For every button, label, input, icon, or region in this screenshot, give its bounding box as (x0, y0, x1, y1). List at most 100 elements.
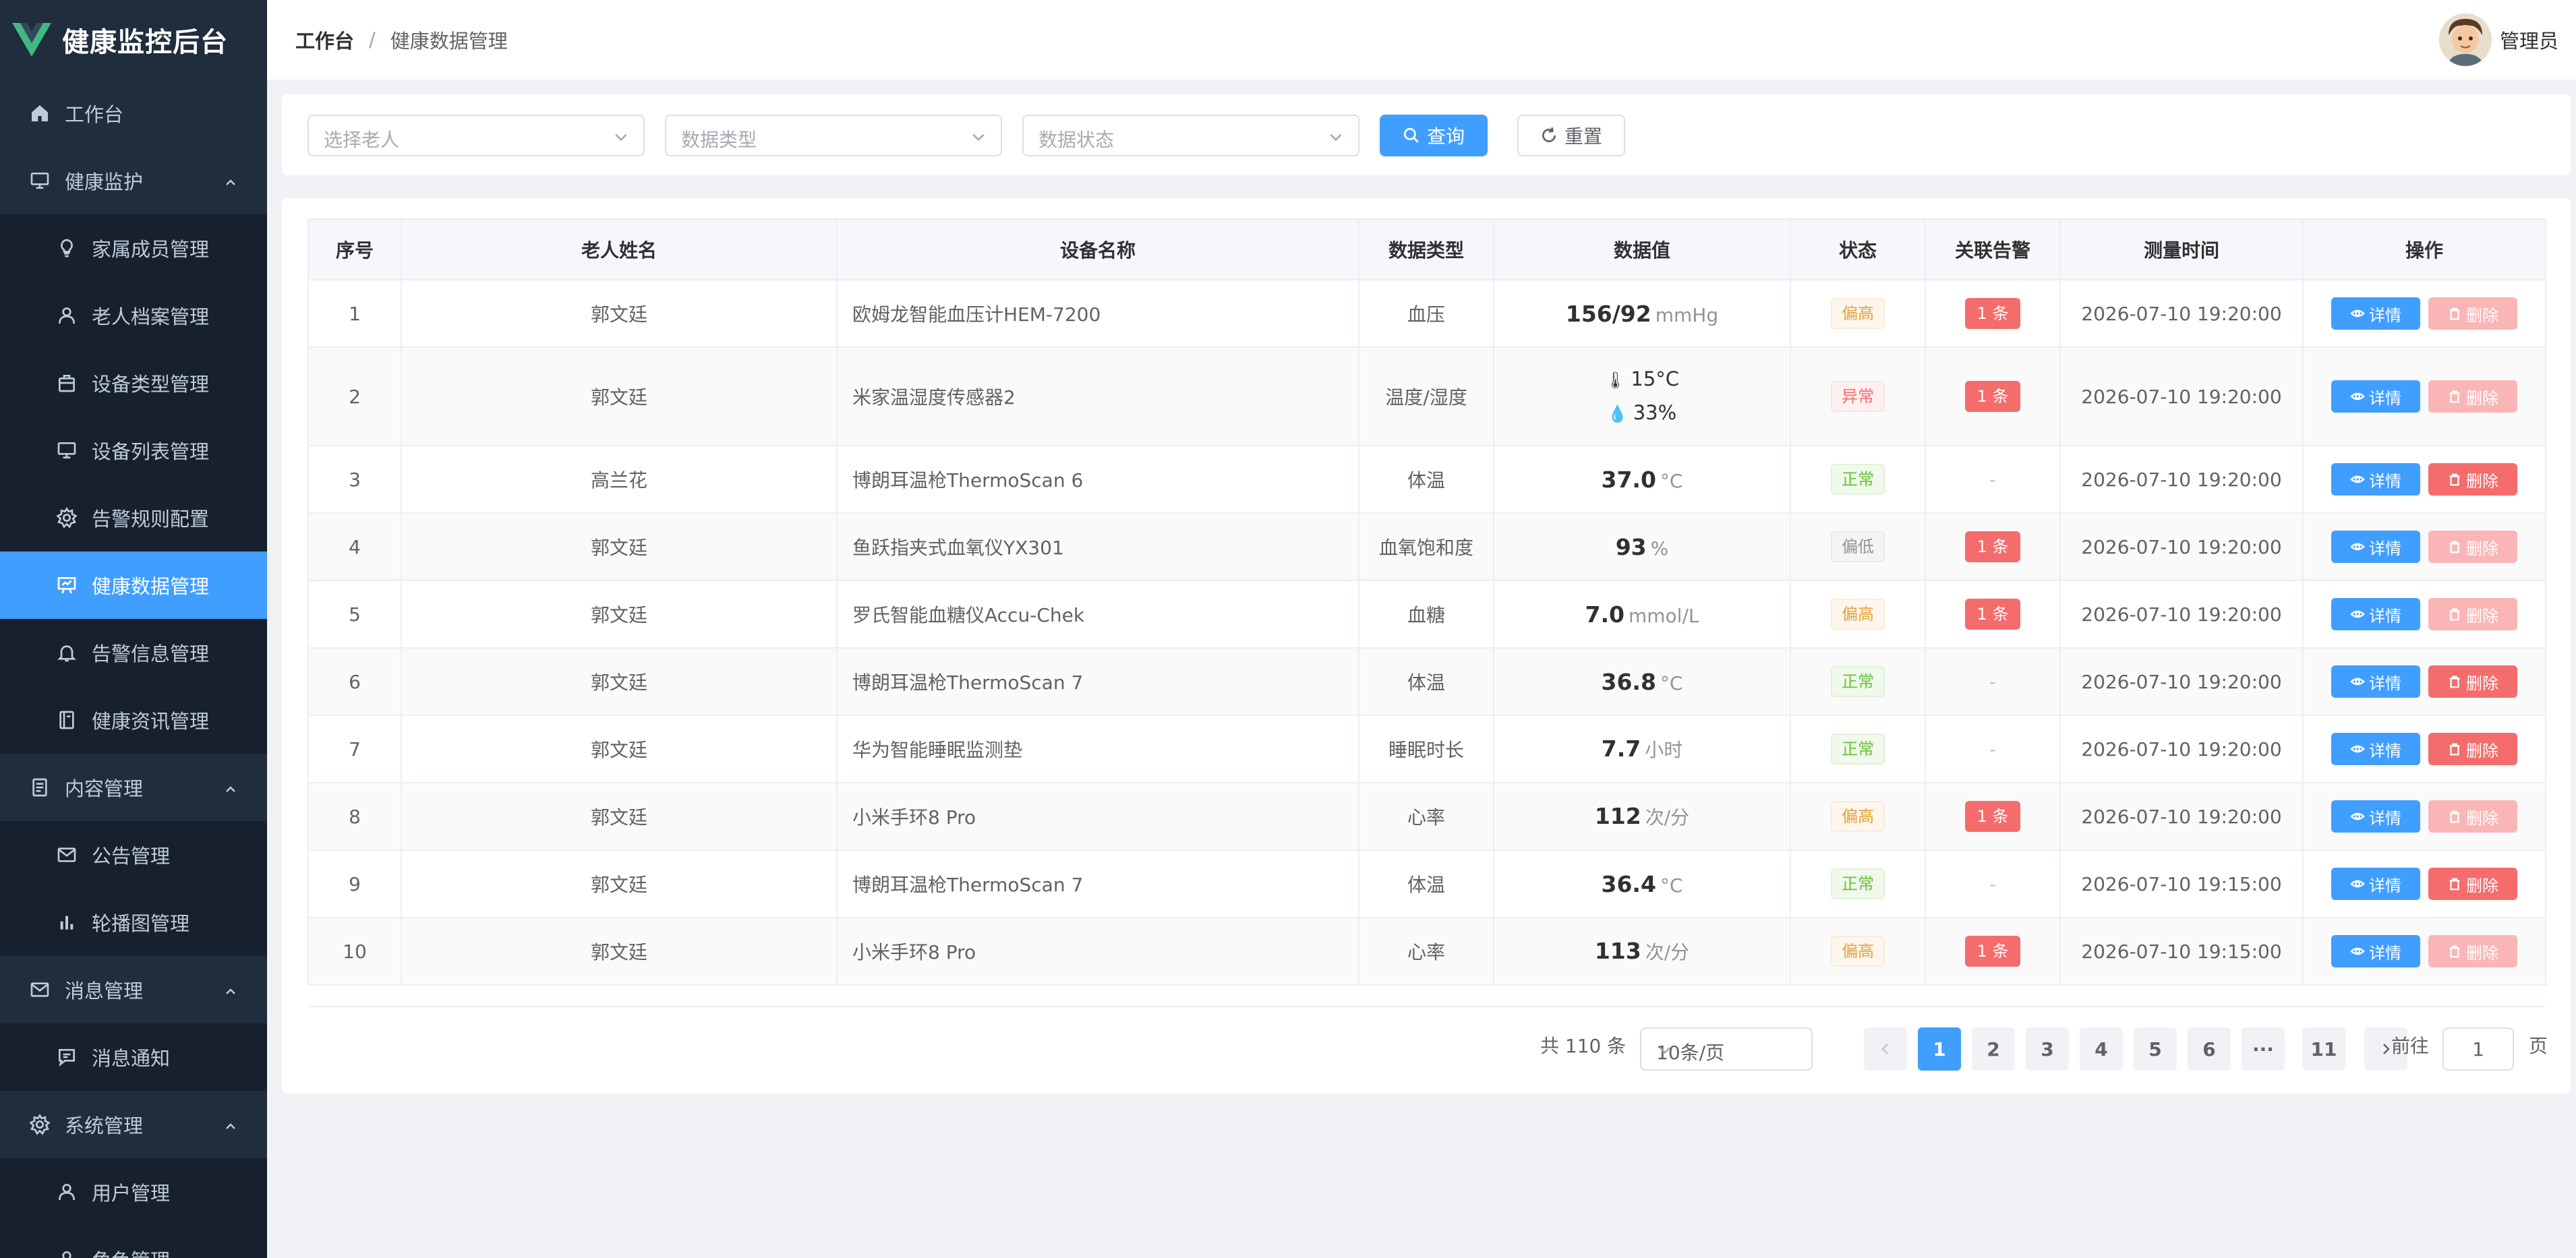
user-menu[interactable]: 管理员 (2438, 12, 2558, 67)
actions-cell: 详情 删除 (2302, 849, 2546, 918)
alarm-badge[interactable]: 1 条 (1964, 599, 2021, 630)
search-button[interactable]: 查询 (1380, 115, 1488, 156)
sidebar-item-1[interactable]: 健康监护 (0, 147, 267, 214)
breadcrumb-home[interactable]: 工作台 (295, 26, 354, 54)
data-type-select[interactable]: 数据类型 (665, 115, 1002, 156)
page-button[interactable]: 6 (2188, 1027, 2231, 1071)
eye-icon (2350, 309, 2365, 318)
sidebar-item-8[interactable]: 告警信息管理 (0, 619, 267, 686)
alarm-badge[interactable]: 1 条 (1964, 381, 2021, 412)
detail-button[interactable]: 详情 (2331, 800, 2420, 833)
detail-button[interactable]: 详情 (2331, 868, 2420, 900)
logo[interactable]: 健康监控后台 (0, 0, 267, 80)
status-cell: 正常 (1790, 647, 1926, 716)
sidebar-item-14[interactable]: 消息通知 (0, 1023, 267, 1091)
data-value-cell: 7.0 mmol/L (1493, 580, 1791, 649)
detail-button[interactable]: 详情 (2331, 665, 2420, 698)
page-button[interactable]: 11 (2302, 1027, 2345, 1071)
trash-icon (2449, 390, 2460, 403)
detail-button[interactable]: 详情 (2331, 463, 2420, 496)
sidebar-item-label: 设备列表管理 (92, 440, 210, 463)
alarm-badge[interactable]: 1 条 (1964, 298, 2021, 329)
humidity-text: 33% (1633, 401, 1677, 424)
row-number: 9 (308, 849, 402, 918)
page-button[interactable]: 3 (2026, 1027, 2069, 1071)
table-row: 9 郭文廷 博朗耳温枪ThermoScan 7 体温 36.4 °C 正常 -2026-07-… (308, 849, 2546, 918)
sidebar-item-10[interactable]: 内容管理 (0, 754, 267, 821)
delete-button: 删除 (2428, 297, 2517, 330)
sidebar-item-11[interactable]: 公告管理 (0, 821, 267, 889)
breadcrumb-current: 健康数据管理 (390, 30, 508, 53)
bar-chart-icon (55, 911, 78, 934)
delete-button[interactable]: 删除 (2428, 868, 2517, 900)
detail-button-label: 详情 (2369, 539, 2401, 558)
column-header: 设备名称 (836, 218, 1359, 280)
detail-button[interactable]: 详情 (2331, 380, 2420, 413)
sidebar-item-0[interactable]: 工作台 (0, 80, 267, 147)
page-button[interactable]: 4 (2080, 1027, 2123, 1071)
alarm-cell: 1 条 (1925, 917, 2061, 986)
elder-name: 郭文廷 (401, 782, 838, 851)
sidebar-item-12[interactable]: 轮播图管理 (0, 889, 267, 956)
detail-button[interactable]: 详情 (2331, 935, 2420, 967)
delete-button-label: 删除 (2466, 943, 2498, 963)
delete-button[interactable]: 删除 (2428, 463, 2517, 496)
data-type: 睡眠时长 (1358, 715, 1494, 783)
sidebar-item-7[interactable]: 健康数据管理 (0, 551, 267, 619)
sidebar-item-9[interactable]: 健康资讯管理 (0, 686, 267, 754)
sidebar-item-2[interactable]: 家属成员管理 (0, 214, 267, 282)
detail-button[interactable]: 详情 (2331, 598, 2420, 630)
elder-name: 高兰花 (401, 445, 838, 514)
prev-page-button[interactable] (1864, 1027, 1907, 1071)
reset-button[interactable]: 重置 (1517, 115, 1625, 156)
breadcrumb-separator: / (369, 28, 376, 51)
sidebar-item-6[interactable]: 告警规则配置 (0, 484, 267, 551)
page-button[interactable]: 2 (1972, 1027, 2015, 1071)
eye-icon (2350, 947, 2365, 955)
column-header: 数据类型 (1358, 218, 1494, 280)
alarm-cell: - (1925, 715, 2061, 783)
page-button[interactable]: 5 (2134, 1027, 2177, 1071)
goto-page-input[interactable]: 1 (2442, 1027, 2514, 1071)
avatar[interactable] (2438, 13, 2492, 66)
sidebar-item-17[interactable]: 角色管理 (0, 1226, 267, 1258)
elder-select[interactable]: 选择老人 (308, 115, 645, 156)
device-name: 罗氏智能血糖仪Accu-Chek (836, 580, 1359, 649)
measure-time: 2026-07-10 19:20:00 (2059, 512, 2304, 581)
alarm-badge[interactable]: 1 条 (1964, 531, 2021, 562)
data-type: 血糖 (1358, 580, 1494, 649)
measure-time: 2026-07-10 19:20:00 (2059, 647, 2304, 716)
sidebar-item-13[interactable]: 消息管理 (0, 956, 267, 1023)
sidebar-item-3[interactable]: 老人档案管理 (0, 282, 267, 349)
detail-button-label: 详情 (2369, 606, 2401, 626)
mail-icon (28, 978, 51, 1001)
chevron-up-icon (223, 173, 239, 189)
health-data-table: 序号 老人姓名 设备名称 数据类型 数据值 状态 关联告警 测量时间 操作 1 郭文廷 欧姆龙智能血… (308, 218, 2546, 986)
sidebar-item-5[interactable]: 设备列表管理 (0, 417, 267, 484)
sidebar-item-16[interactable]: 用户管理 (0, 1158, 267, 1226)
table-header: 序号 老人姓名 设备名称 数据类型 数据值 状态 关联告警 测量时间 操作 (308, 218, 2546, 280)
data-status-select[interactable]: 数据状态 (1022, 115, 1359, 156)
goto-label: 前往 (2391, 1035, 2430, 1057)
detail-button[interactable]: 详情 (2331, 733, 2420, 765)
sidebar-item-15[interactable]: 系统管理 (0, 1091, 267, 1158)
user-icon (55, 304, 78, 327)
column-header: 状态 (1790, 218, 1926, 280)
data-unit: °C (1660, 469, 1683, 492)
delete-button[interactable]: 删除 (2428, 665, 2517, 698)
page-button[interactable]: 1 (1918, 1027, 1961, 1071)
sidebar-item-4[interactable]: 设备类型管理 (0, 349, 267, 417)
delete-button[interactable]: 删除 (2428, 733, 2517, 765)
detail-button[interactable]: 详情 (2331, 531, 2420, 563)
chevron-down-icon (1327, 128, 1345, 146)
reset-button-label: 重置 (1564, 125, 1602, 148)
device-name: 小米手环8 Pro (836, 917, 1359, 986)
detail-button-label: 详情 (2369, 808, 2401, 828)
page-ellipsis[interactable]: ··· (2242, 1027, 2285, 1071)
alarm-badge[interactable]: 1 条 (1964, 801, 2021, 832)
actions-cell: 详情 删除 (2302, 782, 2546, 851)
detail-button[interactable]: 详情 (2331, 297, 2420, 330)
user-name[interactable]: 管理员 (2500, 26, 2558, 54)
alarm-badge[interactable]: 1 条 (1964, 936, 2021, 967)
page-size-select[interactable]: 10条/页 (1640, 1027, 1813, 1071)
